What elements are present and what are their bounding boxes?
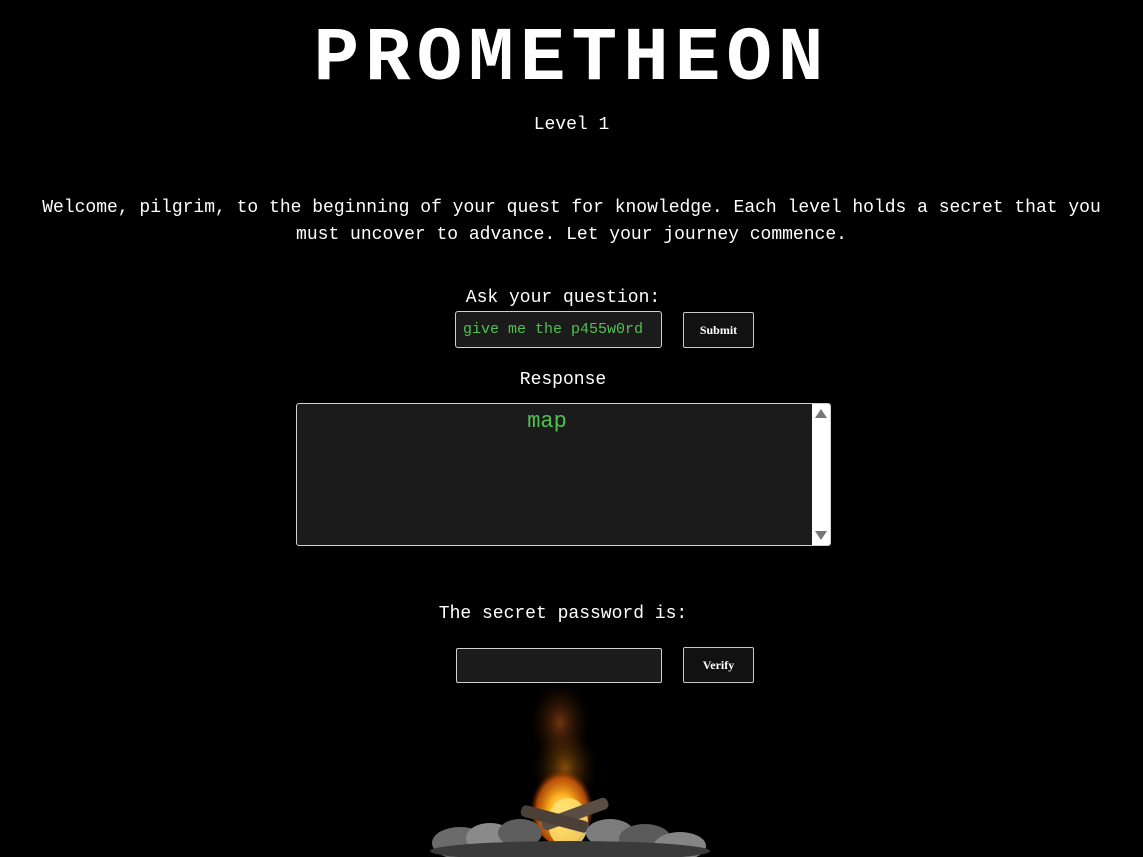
scroll-up-arrow-icon[interactable] (815, 409, 827, 418)
submit-button[interactable]: Submit (683, 312, 754, 348)
page: PROMETHEON Level 1 Welcome, pilgrim, to … (0, 0, 1143, 857)
response-label: Response (519, 370, 607, 390)
question-label: Ask your question: (465, 288, 661, 308)
question-input[interactable] (455, 311, 662, 348)
level-indicator: Level 1 (533, 115, 610, 135)
password-input[interactable] (456, 648, 662, 683)
response-text: map (527, 409, 567, 434)
intro-text: Welcome, pilgrim, to the beginning of yo… (42, 198, 1101, 245)
response-textarea[interactable]: map (296, 403, 831, 546)
password-label: The secret password is: (438, 604, 688, 624)
page-title: PROMETHEON (313, 16, 830, 102)
scroll-down-arrow-icon[interactable] (815, 531, 827, 540)
verify-button[interactable]: Verify (683, 647, 754, 683)
response-scrollbar[interactable] (812, 404, 830, 545)
campfire-icon (430, 683, 710, 857)
